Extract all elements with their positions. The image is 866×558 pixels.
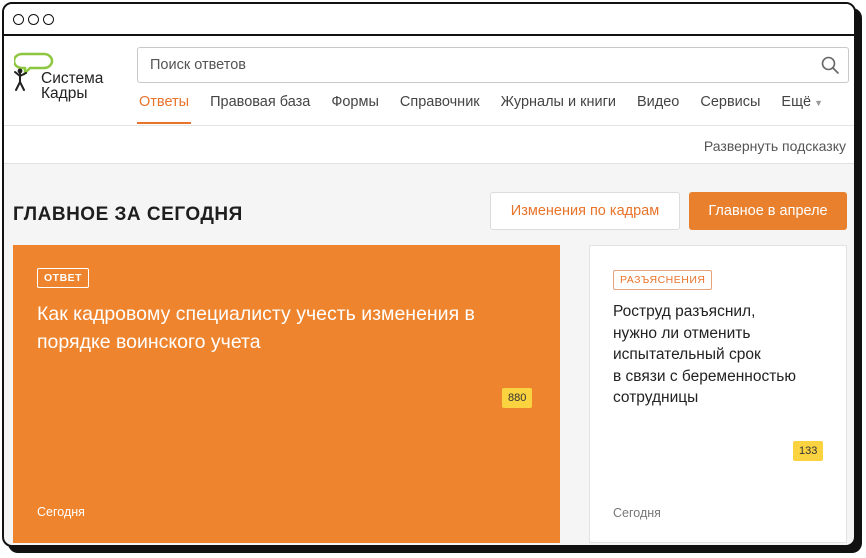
nav-item-reference[interactable]: Справочник — [398, 94, 482, 124]
main-content: ГЛАВНОЕ ЗА СЕГОДНЯ Изменения по кадрам Г… — [4, 164, 854, 544]
nav-item-label: Правовая база — [210, 94, 311, 110]
card-title-line: испытательный срок — [613, 346, 761, 363]
views-count-badge: 133 — [793, 441, 824, 461]
nav-item-legal-base[interactable]: Правовая база — [208, 94, 312, 124]
nav-item-label: Справочник — [399, 94, 480, 110]
window-minimize-dot[interactable] — [28, 13, 39, 25]
card-date: Сегодня — [613, 506, 661, 520]
nav-item-label: Ещё — [781, 94, 812, 110]
window-close-dot[interactable] — [13, 13, 24, 25]
card-title-line: в связи с беременностью — [613, 367, 797, 385]
card-tag: РАЗЪЯСНЕНИЯ — [613, 270, 713, 290]
expand-hint-link[interactable]: Развернуть подсказку — [704, 138, 846, 154]
card-title-line: сотрудницы — [613, 389, 699, 406]
hint-bar: Развернуть подсказку — [4, 126, 854, 164]
featured-answer-card[interactable]: ОТВЕТ Как кадровому специалисту учесть и… — [13, 245, 560, 543]
nav-item-video[interactable]: Видео — [635, 94, 681, 124]
card-date: Сегодня — [37, 505, 85, 519]
search-box — [137, 47, 849, 83]
card-title-line: нужно ли отменить — [613, 324, 751, 342]
site-header: Система Кадры Ответы Правовая база Формы — [4, 36, 854, 126]
logo-text: Система Кадры — [41, 70, 104, 102]
nav-item-label: Журналы и книги — [500, 94, 616, 110]
search-input[interactable] — [138, 48, 812, 82]
title-bar — [4, 4, 854, 36]
nav-item-services[interactable]: Сервисы — [698, 94, 762, 124]
window-maximize-dot[interactable] — [43, 13, 54, 25]
card-tag: ОТВЕТ — [37, 268, 90, 288]
nav-item-label: Сервисы — [700, 94, 761, 110]
hr-changes-button[interactable]: Изменения по кадрам — [490, 192, 680, 230]
card-title[interactable]: Как кадровому специалисту учесть изменен… — [37, 300, 507, 356]
views-count-badge: 880 — [502, 388, 533, 408]
card-title-line: Роструд разъяснил, — [613, 303, 756, 320]
caret-down-icon: ▼ — [814, 98, 824, 108]
logo-line-1: Система — [41, 70, 104, 87]
section-title: ГЛАВНОЕ ЗА СЕГОДНЯ — [13, 204, 243, 225]
nav-item-label: Формы — [331, 94, 379, 110]
nav-item-magazines-books[interactable]: Журналы и книги — [499, 94, 618, 124]
clarification-card[interactable]: РАЗЪЯСНЕНИЯ Роструд разъяснил, нужно ли … — [589, 245, 847, 543]
nav-item-answers[interactable]: Ответы — [137, 94, 192, 124]
april-highlights-button[interactable]: Главное в апреле — [689, 192, 847, 230]
logo-line-2: Кадры — [41, 85, 88, 102]
search-icon[interactable] — [812, 48, 848, 82]
site-logo[interactable]: Система Кадры — [14, 52, 124, 108]
nav-item-more[interactable]: Ещё ▼ — [779, 94, 825, 124]
card-title[interactable]: Роструд разъяснил, нужно ли отменить исп… — [613, 301, 833, 409]
browser-window: Система Кадры Ответы Правовая база Формы — [2, 2, 856, 547]
nav-item-forms[interactable]: Формы — [329, 94, 381, 124]
nav-item-label: Видео — [636, 94, 680, 110]
main-nav: Ответы Правовая база Формы Справочник Жу… — [137, 94, 842, 126]
nav-item-label: Ответы — [139, 94, 190, 110]
